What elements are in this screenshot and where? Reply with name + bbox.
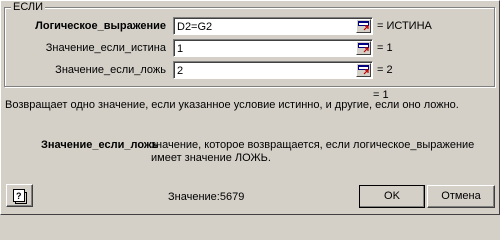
arg-label-value-if-true: Значение_если_истина <box>45 42 166 54</box>
svg-text:?: ? <box>16 191 22 201</box>
logical-test-input[interactable] <box>173 17 373 35</box>
help-button[interactable]: ? <box>6 184 33 207</box>
arg-row-value-if-false: Значение_если_ложь = 2 <box>5 61 496 79</box>
function-arguments-dialog: ЕСЛИ Логическое_выражение = ИСТИНА Значе… <box>0 0 500 215</box>
function-description: Возвращает одно значение, если указанное… <box>5 99 459 111</box>
arg-row-logical-test: Логическое_выражение = ИСТИНА <box>5 17 496 35</box>
group-title: ЕСЛИ <box>11 1 46 14</box>
collapse-dialog-button[interactable] <box>356 41 371 55</box>
arg-label-logical-test: Логическое_выражение <box>35 20 166 32</box>
arg-result-value-if-true: = 1 <box>377 42 393 54</box>
value-if-true-input[interactable] <box>173 39 373 57</box>
arg-result-logical-test: = ИСТИНА <box>377 20 432 32</box>
argument-description-name: Значение_если_ложь <box>41 139 159 151</box>
argument-description-line2: имеет значение ЛОЖЬ. <box>151 152 271 164</box>
collapse-dialog-button[interactable] <box>356 63 371 77</box>
argument-description-line1: значение, которое возвращается, если лог… <box>151 139 475 151</box>
arguments-group: ЕСЛИ Логическое_выражение = ИСТИНА Значе… <box>4 1 496 87</box>
argument-description: Значение_если_ложь значение, которое воз… <box>41 139 491 165</box>
collapse-dialog-button[interactable] <box>356 19 371 33</box>
collapse-dialog-icon <box>358 65 369 75</box>
value-if-false-input[interactable] <box>173 61 373 79</box>
arg-result-value-if-false: = 2 <box>377 64 393 76</box>
arg-label-value-if-false: Значение_если_ложь <box>55 64 166 76</box>
ok-button[interactable]: OK <box>359 185 425 208</box>
arg-row-value-if-true: Значение_если_истина = 1 <box>5 39 496 57</box>
collapse-dialog-icon <box>358 21 369 31</box>
collapse-dialog-icon <box>358 43 369 53</box>
cancel-button[interactable]: Отмена <box>427 185 495 208</box>
computed-value: Значение:5679 <box>168 191 245 203</box>
help-question-icon: ? <box>13 189 27 204</box>
